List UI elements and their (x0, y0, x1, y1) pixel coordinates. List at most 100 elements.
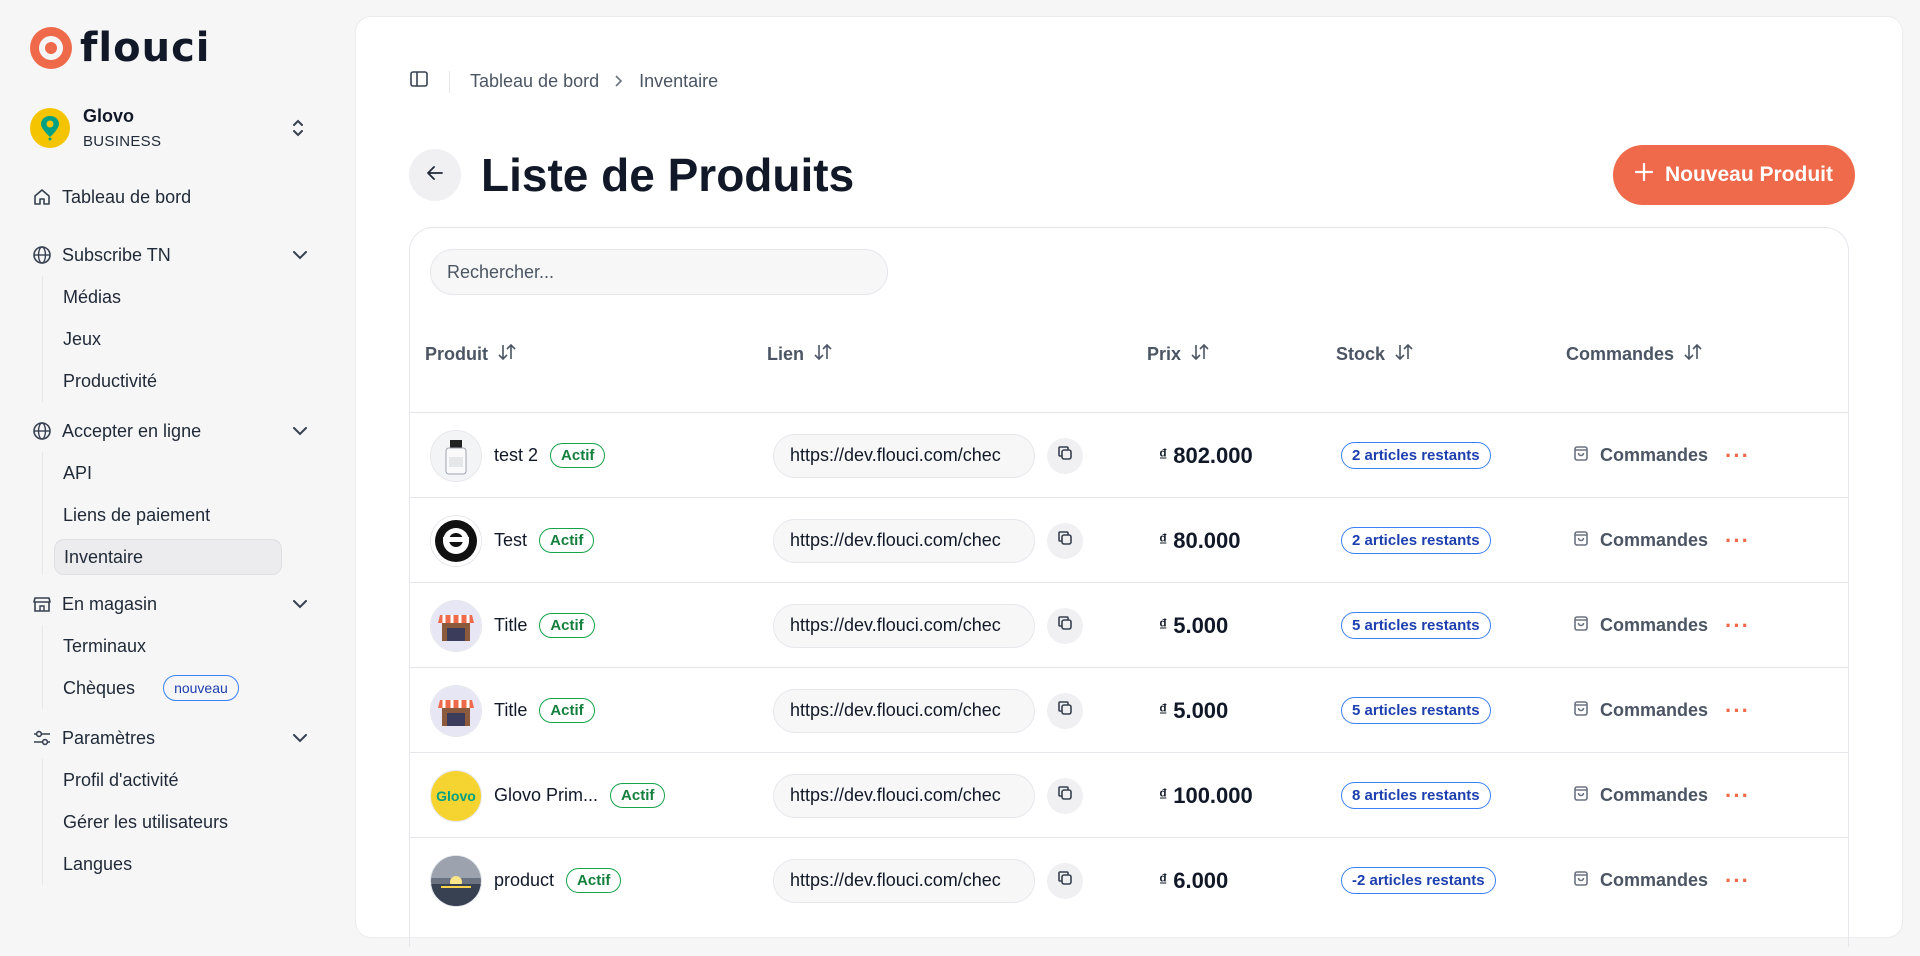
copy-icon (1057, 700, 1073, 721)
stock-badge: 5 articles restants (1341, 612, 1491, 639)
sidebar-item-dashboard[interactable]: Tableau de bord (30, 176, 310, 218)
sidebar-item-jeux[interactable]: Jeux (54, 318, 282, 360)
stock-badge: -2 articles restants (1341, 867, 1496, 894)
product-name[interactable]: test 2 (494, 445, 538, 466)
orders-cell: Commandes (1572, 413, 1708, 498)
copy-link-button[interactable] (1047, 522, 1083, 559)
chevron-right-icon (615, 71, 623, 92)
nav-group-magasin: En magasin Terminaux Chèques nouveau (30, 583, 310, 709)
store-icon (30, 594, 54, 614)
table-row[interactable]: Title Actif https://dev.flouci.com/chec … (410, 667, 1848, 752)
sidebar-item-cheques[interactable]: Chèques nouveau (54, 667, 282, 709)
currency-symbol: ₫ (1159, 446, 1168, 464)
product-name[interactable]: Title (494, 615, 527, 636)
search-input[interactable] (430, 249, 888, 295)
nav-group-magasin-toggle[interactable]: En magasin (30, 583, 310, 625)
product-price: ₫ 5.000 (1159, 698, 1228, 724)
table-body: test 2 Actif https://dev.flouci.com/chec… (410, 412, 1848, 922)
sidebar-item-api[interactable]: API (54, 452, 282, 494)
stock-badge: 8 articles restants (1341, 782, 1491, 809)
status-badge: Actif (539, 528, 595, 553)
product-link-field[interactable]: https://dev.flouci.com/chec (773, 603, 1035, 648)
currency-symbol: ₫ (1159, 871, 1168, 889)
sort-icon (1684, 343, 1702, 365)
product-link-field[interactable]: https://dev.flouci.com/chec (773, 858, 1035, 903)
product-cell: test 2 Actif (430, 413, 606, 498)
breadcrumb-parent[interactable]: Tableau de bord (470, 71, 599, 92)
column-label: Produit (425, 343, 488, 364)
sidebar-item-productivite[interactable]: Productivité (54, 360, 282, 402)
product-name[interactable]: Test (494, 530, 527, 551)
column-header-stock[interactable]: Stock (1336, 343, 1413, 365)
product-link-field[interactable]: https://dev.flouci.com/chec (773, 773, 1035, 818)
product-link-field[interactable]: https://dev.flouci.com/chec (773, 688, 1035, 733)
product-name[interactable]: Glovo Prim... (494, 785, 598, 806)
sidebar-item-langues[interactable]: Langues (54, 843, 282, 885)
nav-group-subscribe-toggle[interactable]: Subscribe TN (30, 234, 310, 276)
orders-link[interactable]: Commandes (1572, 699, 1708, 722)
column-header-link[interactable]: Lien (767, 343, 832, 365)
copy-icon (1057, 615, 1073, 636)
org-switcher[interactable]: Glovo BUSINESS (30, 100, 310, 156)
actions-cell: ··· (1725, 498, 1750, 583)
table-row[interactable]: Title Actif https://dev.flouci.com/chec … (410, 582, 1848, 667)
copy-link-button[interactable] (1047, 862, 1083, 899)
orders-link[interactable]: Commandes (1572, 784, 1708, 807)
product-link-field[interactable]: https://dev.flouci.com/chec (773, 518, 1035, 563)
copy-icon (1057, 870, 1073, 891)
more-options-icon[interactable]: ··· (1725, 443, 1750, 469)
product-link-field[interactable]: https://dev.flouci.com/chec (773, 433, 1035, 478)
sidebar-item-liens-paiement[interactable]: Liens de paiement (54, 494, 282, 536)
column-header-product[interactable]: Produit (425, 343, 516, 365)
price-cell: ₫ 100.000 (1159, 753, 1253, 838)
table-row[interactable]: Test Actif https://dev.flouci.com/chec ₫… (410, 497, 1848, 582)
table-row[interactable]: test 2 Actif https://dev.flouci.com/chec… (410, 412, 1848, 497)
orders-link[interactable]: Commandes (1572, 869, 1708, 892)
sidebar-item-terminaux[interactable]: Terminaux (54, 625, 282, 667)
shopping-bag-icon (1572, 784, 1590, 807)
sidebar-toggle-icon[interactable] (409, 69, 429, 94)
sidebar-item-utilisateurs[interactable]: Gérer les utilisateurs (54, 801, 282, 843)
stock-cell: 2 articles restants (1341, 498, 1491, 583)
orders-link[interactable]: Commandes (1572, 444, 1708, 467)
sidebar-item-inventaire[interactable]: Inventaire (54, 539, 282, 575)
nav-group-parametres-toggle[interactable]: Paramètres (30, 717, 310, 759)
copy-link-button[interactable] (1047, 607, 1083, 644)
sidebar-item-profil[interactable]: Profil d'activité (54, 759, 282, 801)
sidebar-nav: Tableau de bord Subscribe TN Médias Jeux… (30, 176, 310, 885)
orders-cell: Commandes (1572, 498, 1708, 583)
more-options-icon[interactable]: ··· (1725, 783, 1750, 809)
copy-link-button[interactable] (1047, 692, 1083, 729)
table-header: Produit Lien Prix Stock Commandes (410, 328, 1848, 380)
column-header-orders[interactable]: Commandes (1566, 343, 1702, 365)
product-thumbnail: Glovo (430, 769, 482, 822)
product-thumbnail (430, 599, 482, 652)
new-product-button[interactable]: Nouveau Produit (1613, 145, 1855, 205)
nav-group-accepter-toggle[interactable]: Accepter en ligne (30, 410, 310, 452)
chevron-down-icon (290, 733, 310, 743)
shopping-bag-icon (1572, 444, 1590, 467)
copy-link-button[interactable] (1047, 437, 1083, 474)
product-name[interactable]: Title (494, 700, 527, 721)
sidebar-item-medias[interactable]: Médias (54, 276, 282, 318)
column-header-price[interactable]: Prix (1147, 343, 1209, 365)
orders-link[interactable]: Commandes (1572, 614, 1708, 637)
product-name[interactable]: product (494, 870, 554, 891)
orders-cell: Commandes (1572, 838, 1708, 923)
orders-link[interactable]: Commandes (1572, 529, 1708, 552)
more-options-icon[interactable]: ··· (1725, 698, 1750, 724)
stock-badge: 5 articles restants (1341, 697, 1491, 724)
brand-logo[interactable]: flouci (30, 25, 355, 71)
back-button[interactable] (409, 149, 461, 201)
more-options-icon[interactable]: ··· (1725, 528, 1750, 554)
more-options-icon[interactable]: ··· (1725, 868, 1750, 894)
price-value: 100.000 (1173, 782, 1253, 808)
orders-cell: Commandes (1572, 668, 1708, 753)
table-row[interactable]: product Actif https://dev.flouci.com/che… (410, 837, 1848, 922)
table-row[interactable]: Glovo Glovo Prim... Actif https://dev.fl… (410, 752, 1848, 837)
copy-link-button[interactable] (1047, 777, 1083, 814)
more-options-icon[interactable]: ··· (1725, 613, 1750, 639)
price-value: 80.000 (1173, 527, 1241, 553)
main-content: Tableau de bord Inventaire Liste de Prod… (355, 16, 1903, 947)
status-badge: Actif (550, 443, 606, 468)
